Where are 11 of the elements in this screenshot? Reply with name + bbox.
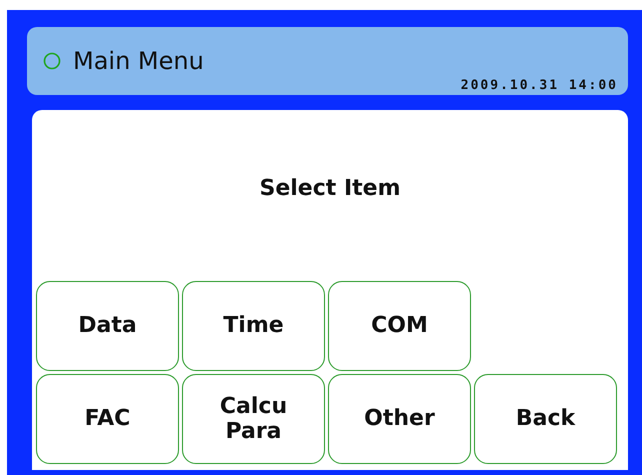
status-ring-icon bbox=[43, 52, 61, 70]
window-title: Main Menu bbox=[73, 47, 204, 75]
menu-button[interactable]: Other bbox=[328, 374, 471, 464]
menu-button[interactable]: Calcu Para bbox=[182, 374, 325, 464]
date-time: 2009.10.31 14:00 bbox=[460, 78, 618, 93]
menu-button[interactable]: FAC bbox=[36, 374, 179, 464]
menu-button[interactable]: Time bbox=[182, 281, 325, 371]
menu-button[interactable]: Back bbox=[474, 374, 617, 464]
menu-button[interactable]: COM bbox=[328, 281, 471, 371]
menu-button[interactable]: Data bbox=[36, 281, 179, 371]
prompt-text: Select Item bbox=[260, 176, 400, 203]
